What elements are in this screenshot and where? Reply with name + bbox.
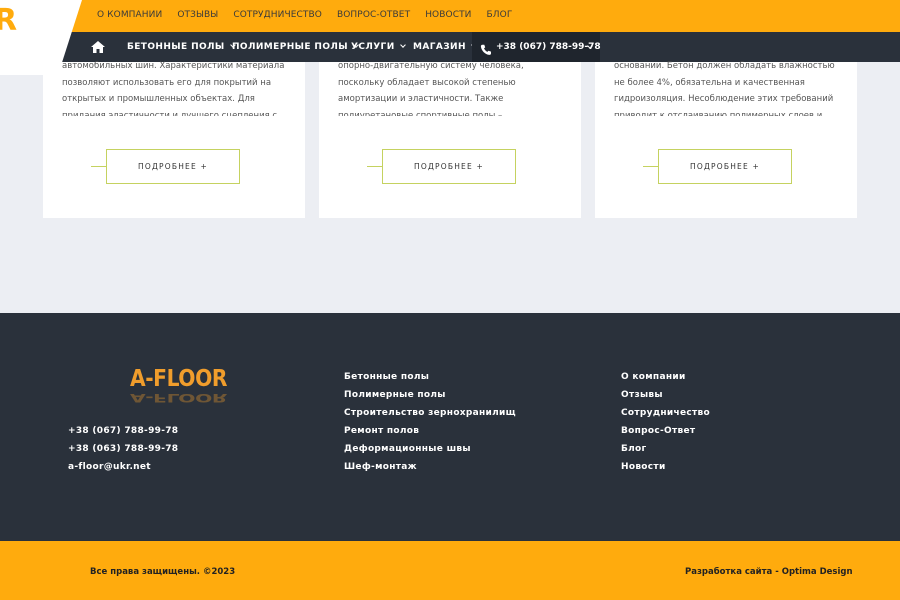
card-more-button[interactable]: ПОДРОБНЕЕ + xyxy=(106,149,240,184)
nav-item-services[interactable]: УСЛУГИ xyxy=(351,42,406,52)
top-bar: О КОМПАНИИ ОТЗЫВЫ СОТРУДНИЧЕСТВО ВОПРОС-… xyxy=(0,0,900,32)
footer-phone-2[interactable]: +38 (063) 788-99-78 xyxy=(68,444,178,454)
card-text: опорно-двигательную систему человека, по… xyxy=(338,61,524,116)
top-link-news[interactable]: НОВОСТИ xyxy=(425,10,471,20)
top-link-about[interactable]: О КОМПАНИИ xyxy=(97,10,162,20)
nav-item-shop[interactable]: МАГАЗИН xyxy=(413,42,477,52)
nav-item-polymer-floors[interactable]: ПОЛИМЕРНЫЕ ПОЛЫ xyxy=(232,42,359,52)
home-icon[interactable] xyxy=(90,39,106,55)
footer-link-supervised-installation[interactable]: Шеф-монтаж xyxy=(344,462,516,472)
top-links: О КОМПАНИИ ОТЗЫВЫ СОТРУДНИЧЕСТВО ВОПРОС-… xyxy=(97,10,527,20)
footer-contacts: +38 (067) 788-99-78 +38 (063) 788-99-78 … xyxy=(68,426,178,480)
nav-item-concrete-floors[interactable]: БЕТОННЫЕ ПОЛЫ xyxy=(127,42,236,52)
service-card-3: основании. Бетон должен обладать влажнос… xyxy=(595,61,857,218)
top-link-reviews[interactable]: ОТЗЫВЫ xyxy=(177,10,218,20)
footer-services-column: Бетонные полы Полимерные полы Строительс… xyxy=(344,372,516,480)
service-card-2: опорно-двигательную систему человека, по… xyxy=(319,61,581,218)
footer-company-column: О компании Отзывы Сотрудничество Вопрос-… xyxy=(621,372,710,480)
footer-link-polymer-floors[interactable]: Полимерные полы xyxy=(344,390,516,400)
footer-email[interactable]: a-floor@ukr.net xyxy=(68,462,178,472)
footer-link-faq[interactable]: Вопрос-Ответ xyxy=(621,426,710,436)
nav-label: БЕТОННЫЕ ПОЛЫ xyxy=(127,42,225,52)
footer: A-FLOOR A-FLOOR +38 (067) 788-99-78 +38 … xyxy=(0,313,900,541)
card-more-button[interactable]: ПОДРОБНЕЕ + xyxy=(658,149,792,184)
top-link-blog[interactable]: БЛОГ xyxy=(487,10,513,20)
developer-credit[interactable]: Разработка сайта - Optima Design xyxy=(685,567,853,577)
nav-phone-number: +38 (067) 788-99-78 xyxy=(496,42,601,52)
card-text: автомобильных шин. Характеристики матери… xyxy=(62,61,285,116)
footer-link-granary-construction[interactable]: Строительство зернохранилищ xyxy=(344,408,516,418)
top-link-cooperation[interactable]: СОТРУДНИЧЕСТВО xyxy=(233,10,322,20)
footer-logo-reflection: A-FLOOR xyxy=(130,391,227,404)
footer-link-blog[interactable]: Блог xyxy=(621,444,710,454)
copyright: Все права защищены. ©2023 xyxy=(90,567,236,577)
nav-label: МАГАЗИН xyxy=(413,42,466,52)
chevron-down-icon xyxy=(399,42,406,48)
footer-logo-text: A-FLOOR xyxy=(130,366,227,392)
nav-label: ПОЛИМЕРНЫЕ ПОЛЫ xyxy=(232,42,349,52)
footer-link-reviews[interactable]: Отзывы xyxy=(621,390,710,400)
footer-link-floor-repair[interactable]: Ремонт полов xyxy=(344,426,516,436)
footer-link-cooperation[interactable]: Сотрудничество xyxy=(621,408,710,418)
header-logo: R xyxy=(0,3,18,38)
footer-link-about[interactable]: О компании xyxy=(621,372,710,382)
card-more-button[interactable]: ПОДРОБНЕЕ + xyxy=(382,149,516,184)
footer-link-concrete-floors[interactable]: Бетонные полы xyxy=(344,372,516,382)
footer-link-expansion-joints[interactable]: Деформационные швы xyxy=(344,444,516,454)
bottom-bar: Все права защищены. ©2023 Разработка сай… xyxy=(0,541,900,600)
phone-icon xyxy=(480,41,492,55)
nav-label: УСЛУГИ xyxy=(351,42,395,52)
card-text: основании. Бетон должен обладать влажнос… xyxy=(614,61,835,116)
footer-link-news[interactable]: Новости xyxy=(621,462,710,472)
footer-phone-1[interactable]: +38 (067) 788-99-78 xyxy=(68,426,178,436)
footer-logo[interactable]: A-FLOOR A-FLOOR xyxy=(130,366,240,404)
service-card-1: автомобильных шин. Характеристики матери… xyxy=(43,61,305,218)
top-link-faq[interactable]: ВОПРОС-ОТВЕТ xyxy=(337,10,410,20)
